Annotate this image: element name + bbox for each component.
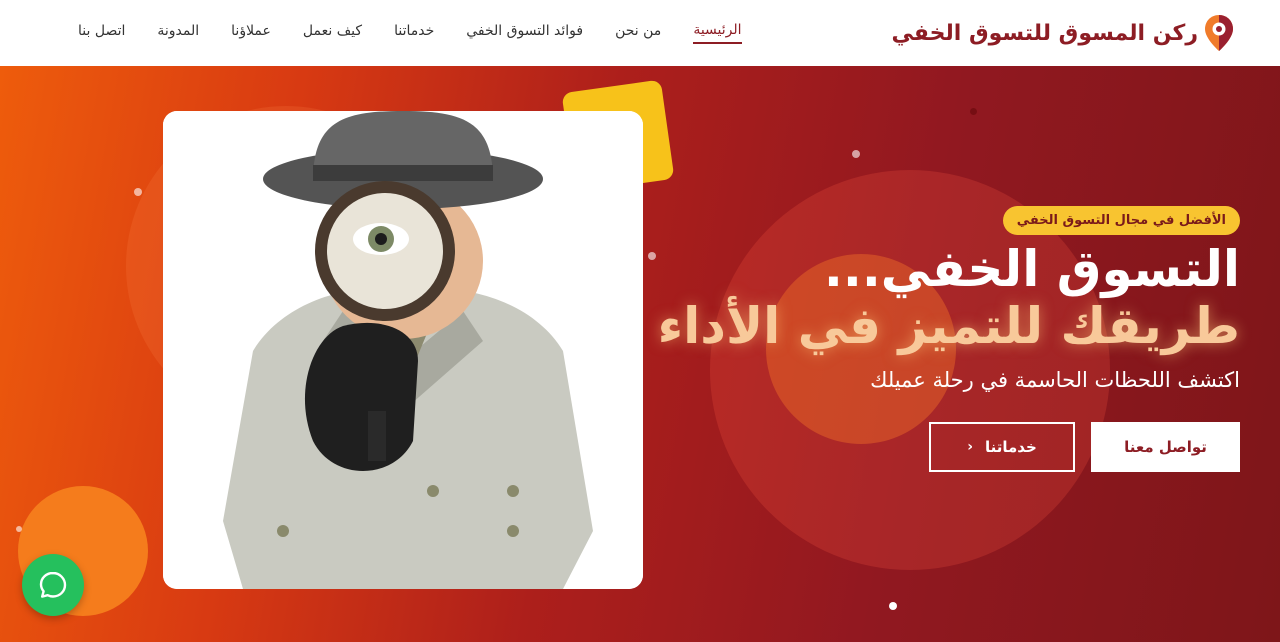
nav-item-services[interactable]: خدماتنا: [394, 23, 434, 43]
decorative-dot: [970, 108, 977, 115]
hero-content: الأفضل في مجال التسوق الخفي التسوق الخفي…: [640, 206, 1240, 472]
nav-item-about[interactable]: من نحن: [615, 23, 661, 43]
decorative-dot: [889, 602, 897, 610]
hero-section: الأفضل في مجال التسوق الخفي التسوق الخفي…: [0, 66, 1280, 642]
our-services-label: خدماتنا: [985, 437, 1037, 456]
nav-menu: الرئيسية من نحن فوائد التسوق الخفي خدمات…: [78, 22, 742, 44]
navbar: ركن المسوق للتسوق الخفي الرئيسية من نحن …: [0, 0, 1280, 66]
detective-illustration: [163, 111, 643, 589]
hero-subtitle: اكتشف اللحظات الحاسمة في رحلة عميلك: [870, 367, 1240, 392]
contact-us-label: تواصل معنا: [1124, 437, 1207, 456]
nav-item-how-we-work[interactable]: كيف نعمل: [303, 23, 362, 43]
chevron-left-icon: ‹: [967, 438, 973, 455]
our-services-button[interactable]: خدماتنا ‹: [929, 421, 1075, 472]
nav-item-clients[interactable]: عملاؤنا: [231, 23, 271, 43]
brand-logo[interactable]: ركن المسوق للتسوق الخفي: [892, 14, 1234, 52]
hero-buttons: تواصل معنا خدماتنا ‹: [640, 421, 1240, 472]
decorative-dot: [16, 526, 22, 532]
location-pin-icon: [1205, 15, 1233, 51]
brand-name: ركن المسوق للتسوق الخفي: [891, 20, 1198, 46]
decorative-dot: [134, 188, 142, 196]
hero-image: [163, 111, 643, 589]
nav-item-blog[interactable]: المدونة: [157, 23, 199, 43]
contact-us-button[interactable]: تواصل معنا: [1091, 421, 1240, 472]
decorative-dot: [852, 150, 860, 158]
hero-badge: الأفضل في مجال التسوق الخفي: [1002, 206, 1240, 235]
nav-item-home[interactable]: الرئيسية: [693, 22, 742, 44]
whatsapp-chat-icon: [39, 571, 67, 598]
nav-item-benefits[interactable]: فوائد التسوق الخفي: [466, 23, 583, 43]
hero-headline: التسوق الخفي...: [823, 240, 1240, 298]
nav-item-contact[interactable]: اتصل بنا: [78, 23, 125, 43]
hero-headline-highlight: طريقك للتميز في الأداء: [657, 296, 1240, 355]
whatsapp-chat-button[interactable]: [22, 554, 84, 616]
